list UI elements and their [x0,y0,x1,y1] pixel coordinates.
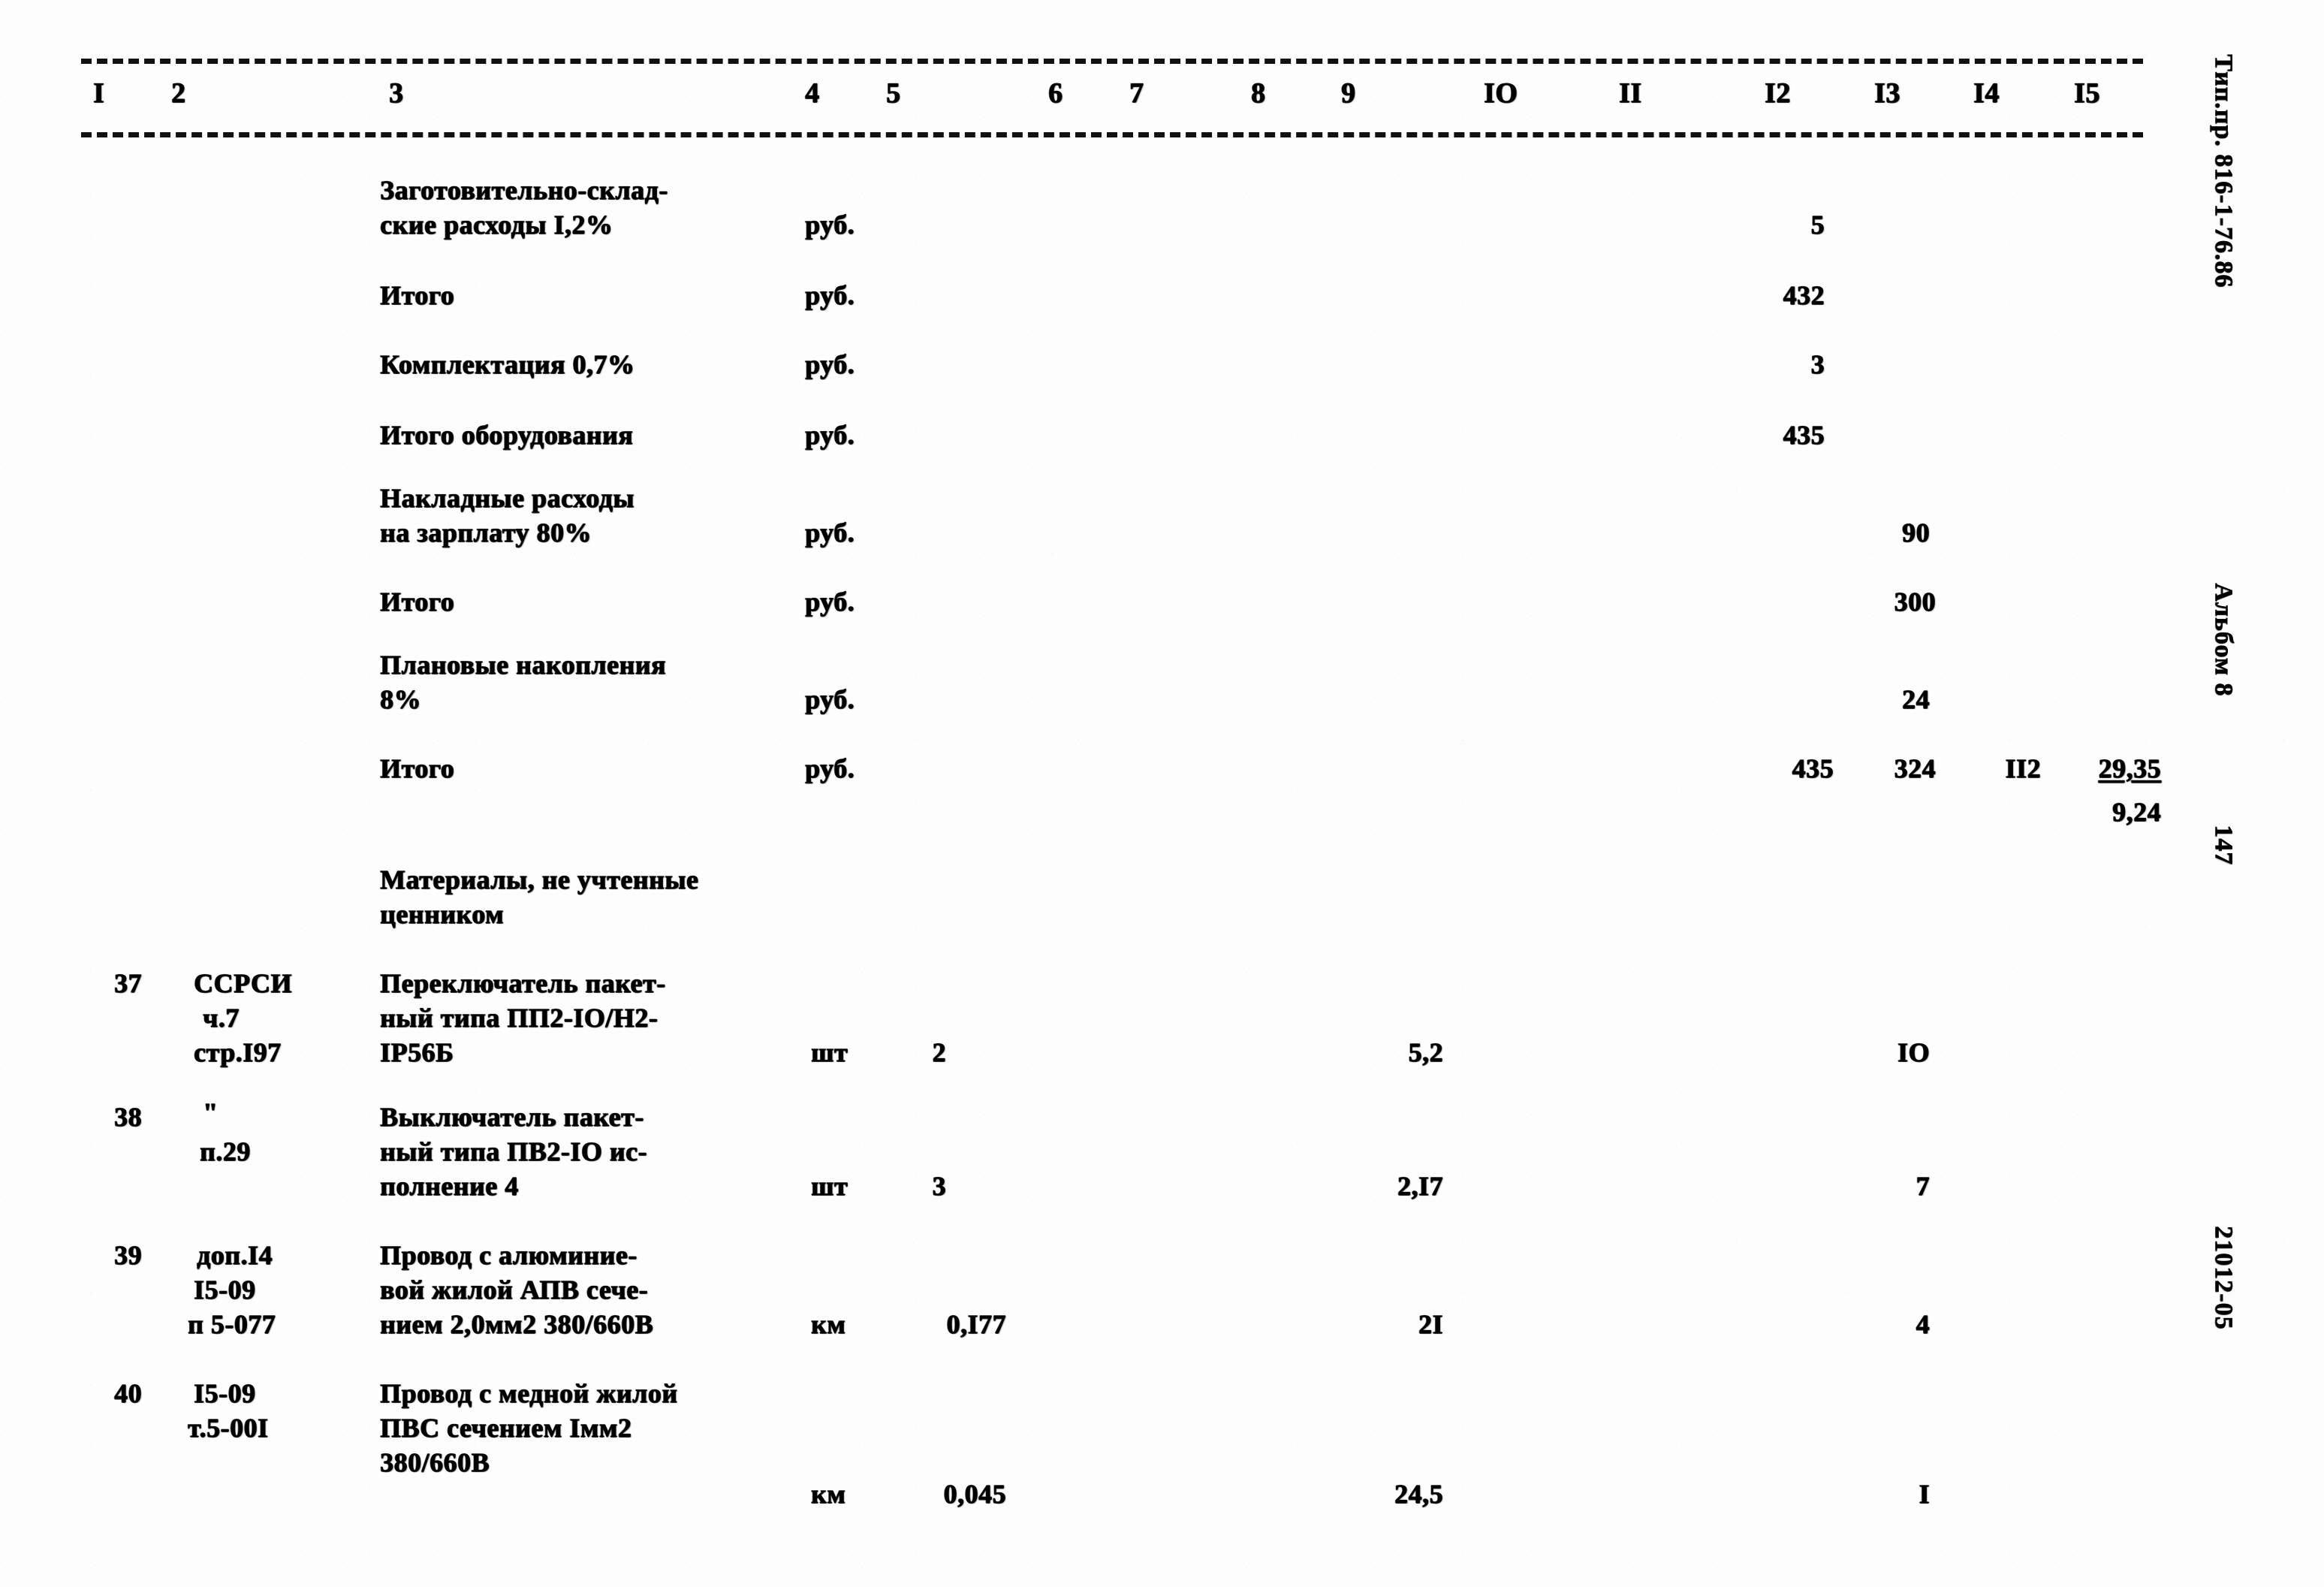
item-row-col9-3: 24,5 [1394,1479,1443,1509]
summary-row-col12-3: 435 [1783,420,1825,450]
item-row-desc-3-2: 380/660В [380,1447,490,1477]
summary-row-col13-7: 324 [1894,753,1936,783]
summary-row-col13-4: 90 [1902,517,1930,548]
item-row-qty-3: 0,045 [943,1479,1006,1509]
column-number-11: II [1619,77,1642,109]
summary-row-col13-6: 24 [1902,684,1930,714]
item-row-unit-1: шт [811,1171,849,1201]
item-row-desc-1-0: Выключатель пакет- [380,1102,644,1132]
item-row-code-0-2: стр.I97 [194,1037,282,1067]
item-row-desc-0-1: ный типа ПП2-IO/Н2- [380,1003,659,1033]
item-row-qty-0: 2 [932,1037,946,1067]
section-heading-line2: ценником [380,899,505,929]
item-row-code-1-1: п.29 [200,1136,251,1166]
item-row-col13-3: I [1919,1479,1930,1509]
summary-row-unit-2: руб. [805,349,855,379]
item-row-code-3-0: I5-09 [194,1378,256,1408]
item-row-desc-2-2: нием 2,0мм2 380/660В [380,1309,654,1339]
item-row-col9-1: 2,I7 [1397,1171,1443,1201]
item-row-no-0: 37 [114,968,142,998]
scan-grain-overlay [0,0,2324,1587]
item-row-code-3-1: т.5-00I [188,1413,269,1443]
item-row-code-2-2: п 5-077 [188,1309,276,1339]
column-number-12: I2 [1765,77,1791,109]
summary-row-unit-0: руб. [805,210,855,240]
summary-row-desc-line1-2: Комплектация 0,7% [380,349,635,379]
column-number-6: 6 [1048,77,1063,109]
summary-row-desc-line1-4: Накладные расходы [380,483,635,513]
summary-row-unit-3: руб. [805,420,855,450]
item-row-desc-3-1: ПВС сечением Iмм2 [380,1413,632,1443]
column-number-8: 8 [1251,77,1266,109]
item-row-desc-3-0: Провод с медной жилой [380,1378,678,1408]
document-page: I 2 3 4 5 6 7 8 9 IO II I2 I3 I4 I5 Заго… [0,0,2324,1587]
item-row-unit-0: шт [811,1037,849,1067]
item-row-desc-0-2: IP56Б [380,1037,454,1067]
column-number-10: IO [1484,77,1518,109]
summary-row-col13-5: 300 [1894,587,1936,617]
summary-row-col15-bottom-7: 9,24 [2112,797,2161,827]
sheet-code-margin: 21012-05 [2210,1226,2238,1330]
column-number-9: 9 [1341,77,1356,109]
item-row-desc-1-2: полнение 4 [380,1171,519,1201]
item-row-no-1: 38 [114,1102,142,1132]
album-margin: Альбом 8 [2210,583,2238,697]
summary-row-unit-4: руб. [805,517,855,548]
summary-row-desc-line1-0: Заготовительно-склад- [380,175,668,205]
item-row-code-0-1: ч.7 [203,1003,240,1033]
summary-row-col12-7: 435 [1792,753,1834,783]
summary-row-col12-0: 5 [1810,210,1825,240]
summary-row-col12-1: 432 [1783,280,1825,310]
item-row-desc-1-1: ный типа ПВ2-IO ис- [380,1136,647,1166]
summary-row-unit-6: руб. [805,684,855,714]
column-number-2: 2 [171,77,186,109]
item-row-desc-0-0: Переключатель пакет- [380,968,666,998]
item-row-code-1-0: " [203,1097,219,1127]
type-designation-margin: Тип.пр. 816-1-76.86 [2210,54,2238,288]
item-row-qty-2: 0,I77 [946,1309,1006,1339]
item-row-col9-2: 2I [1418,1309,1443,1339]
summary-row-desc-line2-4: на зарплату 80% [380,517,592,548]
page-number-margin: 147 [2210,825,2238,865]
item-row-code-0-0: ССРСИ [194,968,292,998]
item-row-unit-3: км [811,1479,846,1509]
item-row-col9-0: 5,2 [1408,1037,1443,1067]
summary-row-desc-line1-6: Плановые накопления [380,650,666,680]
item-row-no-2: 39 [114,1240,142,1270]
column-number-4: 4 [805,77,820,109]
column-number-7: 7 [1129,77,1144,109]
header-rule-bottom [81,132,2143,137]
item-row-desc-2-1: вой жилой АПВ сече- [380,1275,649,1305]
column-number-14: I4 [1973,77,2000,109]
column-number-5: 5 [886,77,901,109]
item-row-qty-1: 3 [932,1171,946,1201]
item-row-col13-0: IO [1897,1037,1930,1067]
summary-row-desc-line1-1: Итого [380,280,455,310]
column-number-13: I3 [1874,77,1900,109]
column-number-15: I5 [2074,77,2100,109]
item-row-col13-2: 4 [1916,1309,1930,1339]
summary-row-col12-2: 3 [1810,349,1825,379]
item-row-unit-2: км [811,1309,846,1339]
summary-row-unit-1: руб. [805,280,855,310]
column-number-3: 3 [389,77,404,109]
summary-row-desc-line2-6: 8% [380,684,421,714]
item-row-code-2-1: I5-09 [194,1275,256,1305]
summary-row-unit-5: руб. [805,587,855,617]
summary-row-col15-top-7: 29,35 [2098,753,2161,783]
summary-row-desc-line2-0: ские расходы I,2% [380,210,613,240]
section-heading-line1: Материалы, не учтенные [380,864,699,895]
column-number-1: I [93,77,105,109]
item-row-code-2-0: доп.I4 [197,1240,273,1270]
summary-row-desc-line1-3: Итого оборудования [380,420,634,450]
summary-row-desc-line1-7: Итого [380,753,455,783]
summary-row-col14-7: II2 [2005,753,2041,783]
item-row-desc-2-0: Провод с алюминие- [380,1240,638,1270]
summary-row-desc-line1-5: Итого [380,587,455,617]
summary-row-unit-7: руб. [805,753,855,783]
item-row-col13-1: 7 [1916,1171,1930,1201]
header-rule-top [81,59,2143,64]
item-row-no-3: 40 [114,1378,142,1408]
